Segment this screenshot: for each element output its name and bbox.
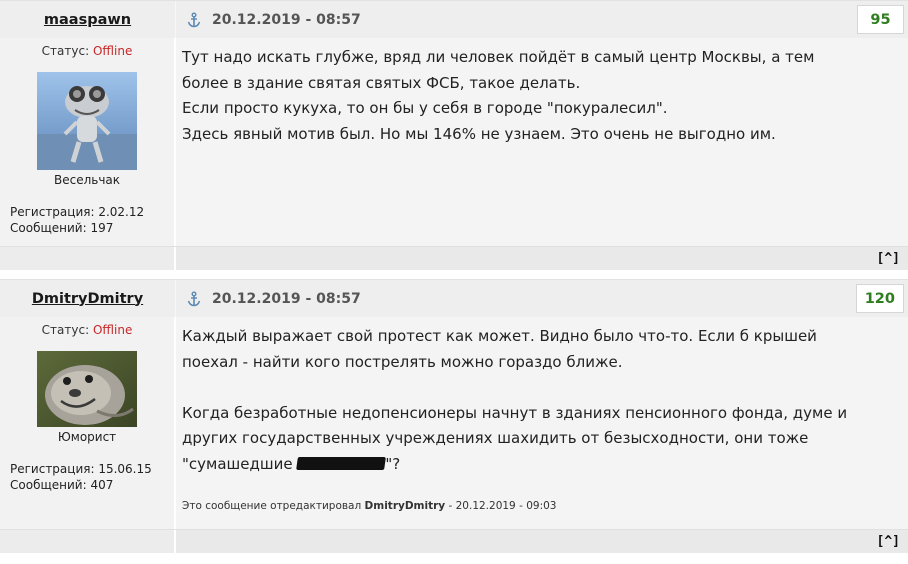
post-text-line: других государственных учреждениях шахид… (182, 429, 809, 447)
post-body: Статус: Offline Юморист Регистрация: 15.… (0, 317, 908, 529)
post-body: Статус: Offline Весельчак Регистрация: 2… (0, 38, 908, 246)
post-text-line: более в здание святая святых ФСБ, такое … (182, 73, 581, 92)
post-text-line: Здесь явный мотив был. Но мы 146% не узн… (182, 124, 776, 143)
post-date: 20.12.2019 - 08:57 (212, 11, 361, 28)
status-label: Статус: (41, 323, 90, 337)
author-name-link[interactable]: DmitryDmitry (32, 291, 143, 307)
post-meta: 20.12.2019 - 08:57 95 (176, 1, 908, 38)
post-header: maaspawn 20.12.2019 - 08:57 95 (0, 0, 908, 38)
crazy-frog-avatar (37, 72, 137, 170)
back-to-top-link[interactable]: [^] (877, 251, 900, 266)
message-count: Сообщений: 197 (10, 221, 114, 235)
back-to-top-link[interactable]: [^] (877, 534, 900, 549)
post-header: DmitryDmitry 20.12.2019 - 08:57 120 (0, 279, 908, 317)
edit-note-author: DmitryDmitry (364, 499, 446, 512)
user-stats: Регистрация: 15.06.15 Сообщений: 407 (0, 461, 174, 493)
post: DmitryDmitry 20.12.2019 - 08:57 120 Стат… (0, 279, 908, 553)
author-cell: maaspawn (0, 1, 176, 38)
message-count: Сообщений: 407 (10, 478, 114, 492)
edit-note-date: - 20.12.2019 - 09:03 (445, 499, 557, 512)
post-meta: 20.12.2019 - 08:57 120 (176, 280, 908, 317)
author-cell: DmitryDmitry (0, 280, 176, 317)
post-text-line: "сумашедшие "? (182, 452, 898, 478)
anchor-icon[interactable] (186, 291, 202, 307)
author-sidebar: Статус: Offline Весельчак Регистрация: 2… (0, 38, 176, 246)
status-line: Статус: Offline (0, 323, 174, 337)
user-stats: Регистрация: 2.02.12 Сообщений: 197 (0, 204, 174, 236)
post-text-line: поехал - найти кого пострелять можно гор… (182, 352, 623, 371)
post-footer: [^] (0, 529, 908, 553)
post-text-line: Тут надо искать глубже, вряд ли человек … (182, 48, 815, 66)
status-label: Статус: (41, 44, 90, 58)
post-separator (0, 270, 908, 279)
status-line: Статус: Offline (0, 44, 174, 58)
post-date: 20.12.2019 - 08:57 (212, 290, 361, 307)
edit-note-prefix: Это сообщение отредактировал (182, 499, 365, 512)
status-value: Offline (92, 44, 133, 58)
post-content: Каждый выражает свой протест как может. … (176, 317, 908, 529)
anchor-icon[interactable] (186, 12, 202, 28)
post-text-line: Когда безработные недопенсионеры начнут … (182, 403, 848, 422)
registration-date: Регистрация: 15.06.15 (10, 462, 152, 476)
post-text-fragment: "? (385, 454, 401, 473)
status-value: Offline (92, 323, 133, 337)
post: maaspawn 20.12.2019 - 08:57 95 Статус: O… (0, 0, 908, 270)
author-sidebar: Статус: Offline Юморист Регистрация: 15.… (0, 317, 176, 529)
edit-note: Это сообщение отредактировал DmitryDmitr… (182, 494, 556, 520)
post-number-badge[interactable]: 120 (855, 284, 904, 313)
post-footer: [^] (0, 246, 908, 270)
redaction-mark (296, 456, 387, 470)
post-text-line: ​ (182, 375, 898, 401)
post-text-fragment: "сумашедшие (182, 454, 298, 473)
post-content: Тут надо искать глубже, вряд ли человек … (176, 38, 908, 246)
author-name-link[interactable]: maaspawn (44, 12, 131, 28)
user-rank: Весельчак (53, 173, 121, 187)
user-rank: Юморист (57, 430, 117, 444)
post-number-badge[interactable]: 95 (857, 5, 904, 34)
registration-date: Регистрация: 2.02.12 (10, 205, 145, 219)
post-text-line: Каждый выражает свой протест как может. … (182, 327, 817, 345)
smiling-seal-avatar (37, 351, 137, 427)
post-text-line: Если просто кукуха, то он бы у себя в го… (182, 99, 668, 117)
